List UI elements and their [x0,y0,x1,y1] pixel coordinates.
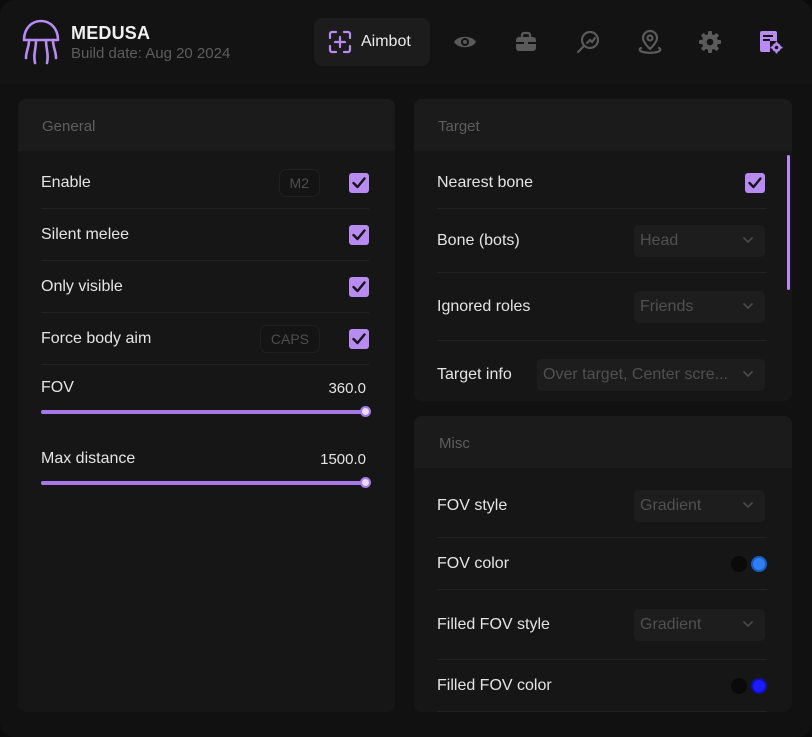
gear-icon [699,31,721,53]
fov-label: FOV [41,379,74,396]
filled-fov-color-swatch[interactable] [751,677,767,694]
filled-fov-style-label: Filled FOV style [437,615,550,633]
filled-fov-style-value: Gradient [640,615,702,633]
briefcase-icon [516,31,536,51]
max-distance-value: 1500.0 [320,451,366,468]
only-visible-row: Only visible [41,261,369,313]
fov-slider-track [41,410,367,414]
max-distance-slider-track [41,481,367,485]
filled-fov-style-row: Filled FOV style Gradient [437,590,767,660]
fov-color-swatch[interactable] [751,555,767,572]
aimbot-icon [328,30,352,54]
enable-row: Enable M2 [41,157,369,209]
ignored-roles-label: Ignored roles [437,297,531,315]
fov-color-row: FOV color [437,538,767,590]
tab-configs[interactable] [757,29,783,55]
fov-style-value: Gradient [640,496,702,514]
target-panel: Target Nearest bone Bone (bots) Head Ign… [414,99,792,401]
force-body-aim-keybind[interactable]: CAPS [259,324,320,353]
misc-title: Misc [414,416,792,468]
target-info-label: Target info [437,366,512,383]
nearest-bone-label: Nearest bone [437,173,534,191]
force-body-aim-checkbox[interactable] [349,328,369,349]
fov-color-label: FOV color [437,554,510,572]
tab-waypoints[interactable] [637,29,663,55]
fov-style-row: FOV style Gradient [437,474,767,538]
map-pin-icon [638,29,662,54]
target-title: Target [414,99,792,151]
target-info-dropdown[interactable]: Over target, Center scre... [537,359,765,391]
config-list-icon [760,31,783,54]
fov-slider-handle[interactable] [360,406,371,417]
app-title: MEDUSA [71,23,151,43]
target-info-row: Target info Over target, Center scre... [437,341,767,401]
target-info-value: Over target, Center scre... [543,366,728,383]
max-distance-label: Max distance [41,450,136,467]
tab-radar[interactable] [575,29,601,55]
app-window: MEDUSA Build date: Aug 20 2024 Aimbot Ge… [0,0,812,737]
check-icon [352,280,366,292]
bone-bots-value: Head [640,231,679,249]
check-icon [352,176,366,188]
enable-keybind[interactable]: M2 [278,168,320,197]
fov-slider-row: FOV 360.0 [41,374,371,424]
silent-melee-checkbox[interactable] [349,224,369,245]
max-distance-slider-handle[interactable] [360,477,371,488]
filled-fov-color-secondary-swatch[interactable] [731,677,747,694]
ignored-roles-row: Ignored roles Friends [437,273,767,341]
filled-fov-color-row: Filled FOV color [437,660,767,712]
chevron-down-icon [743,302,753,309]
tab-visuals[interactable] [452,29,478,55]
check-icon [352,332,366,344]
bone-bots-dropdown[interactable]: Head [634,224,765,257]
enable-label: Enable [41,173,91,191]
check-icon [352,228,366,240]
filled-fov-style-dropdown[interactable]: Gradient [634,608,765,641]
fov-value: 360.0 [328,380,366,397]
chevron-down-icon [743,236,753,243]
jellyfish-logo-icon [20,18,62,66]
tab-aimbot-label: Aimbot [361,33,411,50]
filled-fov-color-label: Filled FOV color [437,676,552,694]
fov-style-label: FOV style [437,496,508,514]
header-bar: MEDUSA Build date: Aug 20 2024 Aimbot [0,0,812,84]
nearest-bone-checkbox[interactable] [745,172,765,193]
max-distance-slider-row: Max distance 1500.0 [41,445,371,495]
force-body-aim-label: Force body aim [41,329,152,347]
target-scrollbar[interactable] [787,155,790,290]
fov-slider[interactable] [41,406,371,417]
tab-aimbot[interactable]: Aimbot [314,18,430,66]
eye-icon [454,36,476,48]
silent-melee-label: Silent melee [41,225,130,243]
fov-color-secondary-swatch[interactable] [731,555,747,572]
radar-search-icon [576,30,600,54]
build-date: Build date: Aug 20 2024 [71,45,231,62]
nearest-bone-row: Nearest bone [437,157,767,209]
only-visible-checkbox[interactable] [349,276,369,297]
tab-loot[interactable] [513,29,539,55]
chevron-down-icon [743,501,753,508]
chevron-down-icon [743,371,753,378]
ignored-roles-dropdown[interactable]: Friends [634,290,765,323]
max-distance-slider[interactable] [41,477,371,488]
general-panel: General Enable M2 Silent melee Only visi… [18,99,395,712]
force-body-aim-row: Force body aim CAPS [41,313,369,365]
chevron-down-icon [743,620,753,627]
bone-bots-label: Bone (bots) [437,231,520,249]
tab-settings[interactable] [697,29,723,55]
general-title: General [18,99,395,151]
silent-melee-row: Silent melee [41,209,369,261]
check-icon [748,176,762,188]
enable-checkbox[interactable] [349,172,369,193]
ignored-roles-value: Friends [640,297,694,315]
only-visible-label: Only visible [41,277,123,295]
fov-style-dropdown[interactable]: Gradient [634,489,765,522]
bone-bots-row: Bone (bots) Head [437,209,767,273]
misc-panel: Misc FOV style Gradient FOV color Filled… [414,416,792,712]
